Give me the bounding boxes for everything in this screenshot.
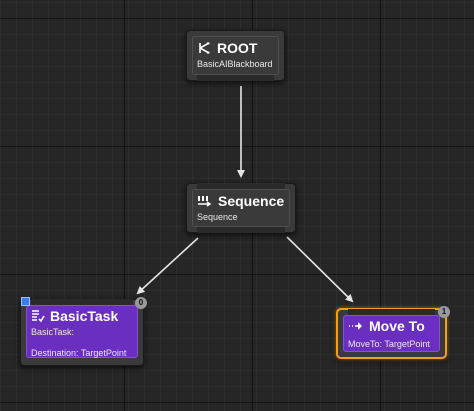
root-output-pin[interactable]: [197, 75, 274, 81]
breakpoint-marker-icon[interactable]: [21, 297, 30, 306]
basic-task-line1: BasicTask:: [31, 327, 75, 337]
root-branch-icon: [198, 41, 212, 55]
wire-sequence-to-basictask: [136, 237, 199, 295]
execution-order-badge: 1: [438, 306, 450, 318]
basic-task-node[interactable]: BasicTask BasicTask: Destination: Target…: [20, 297, 147, 366]
root-node-title: ROOT: [217, 40, 258, 56]
sequence-icon: [197, 194, 213, 208]
execution-order-badge: 0: [135, 297, 147, 309]
move-to-node-title: Move To: [369, 318, 425, 334]
sequence-node[interactable]: Sequence Sequence: [186, 183, 296, 233]
move-to-node[interactable]: Move To MoveTo: TargetPoint 1: [336, 306, 450, 359]
root-node-subtitle: BasicAIBlackboard: [197, 59, 273, 69]
task-list-icon: [31, 309, 45, 323]
sequence-output-pin[interactable]: [197, 227, 285, 233]
move-arrow-icon: [348, 319, 364, 333]
basic-task-node-title: BasicTask: [50, 308, 119, 324]
root-node[interactable]: ROOT BasicAIBlackboard: [186, 30, 285, 81]
basic-task-line2: Destination: TargetPoint: [31, 348, 127, 358]
sequence-node-subtitle: Sequence: [197, 212, 238, 222]
move-to-node-subtitle: MoveTo: TargetPoint: [348, 339, 430, 349]
wire-sequence-to-moveto: [286, 236, 354, 303]
sequence-node-title: Sequence: [218, 193, 285, 209]
behavior-tree-graph-canvas[interactable]: ROOT BasicAIBlackboard Sequence Sequence…: [0, 0, 474, 411]
